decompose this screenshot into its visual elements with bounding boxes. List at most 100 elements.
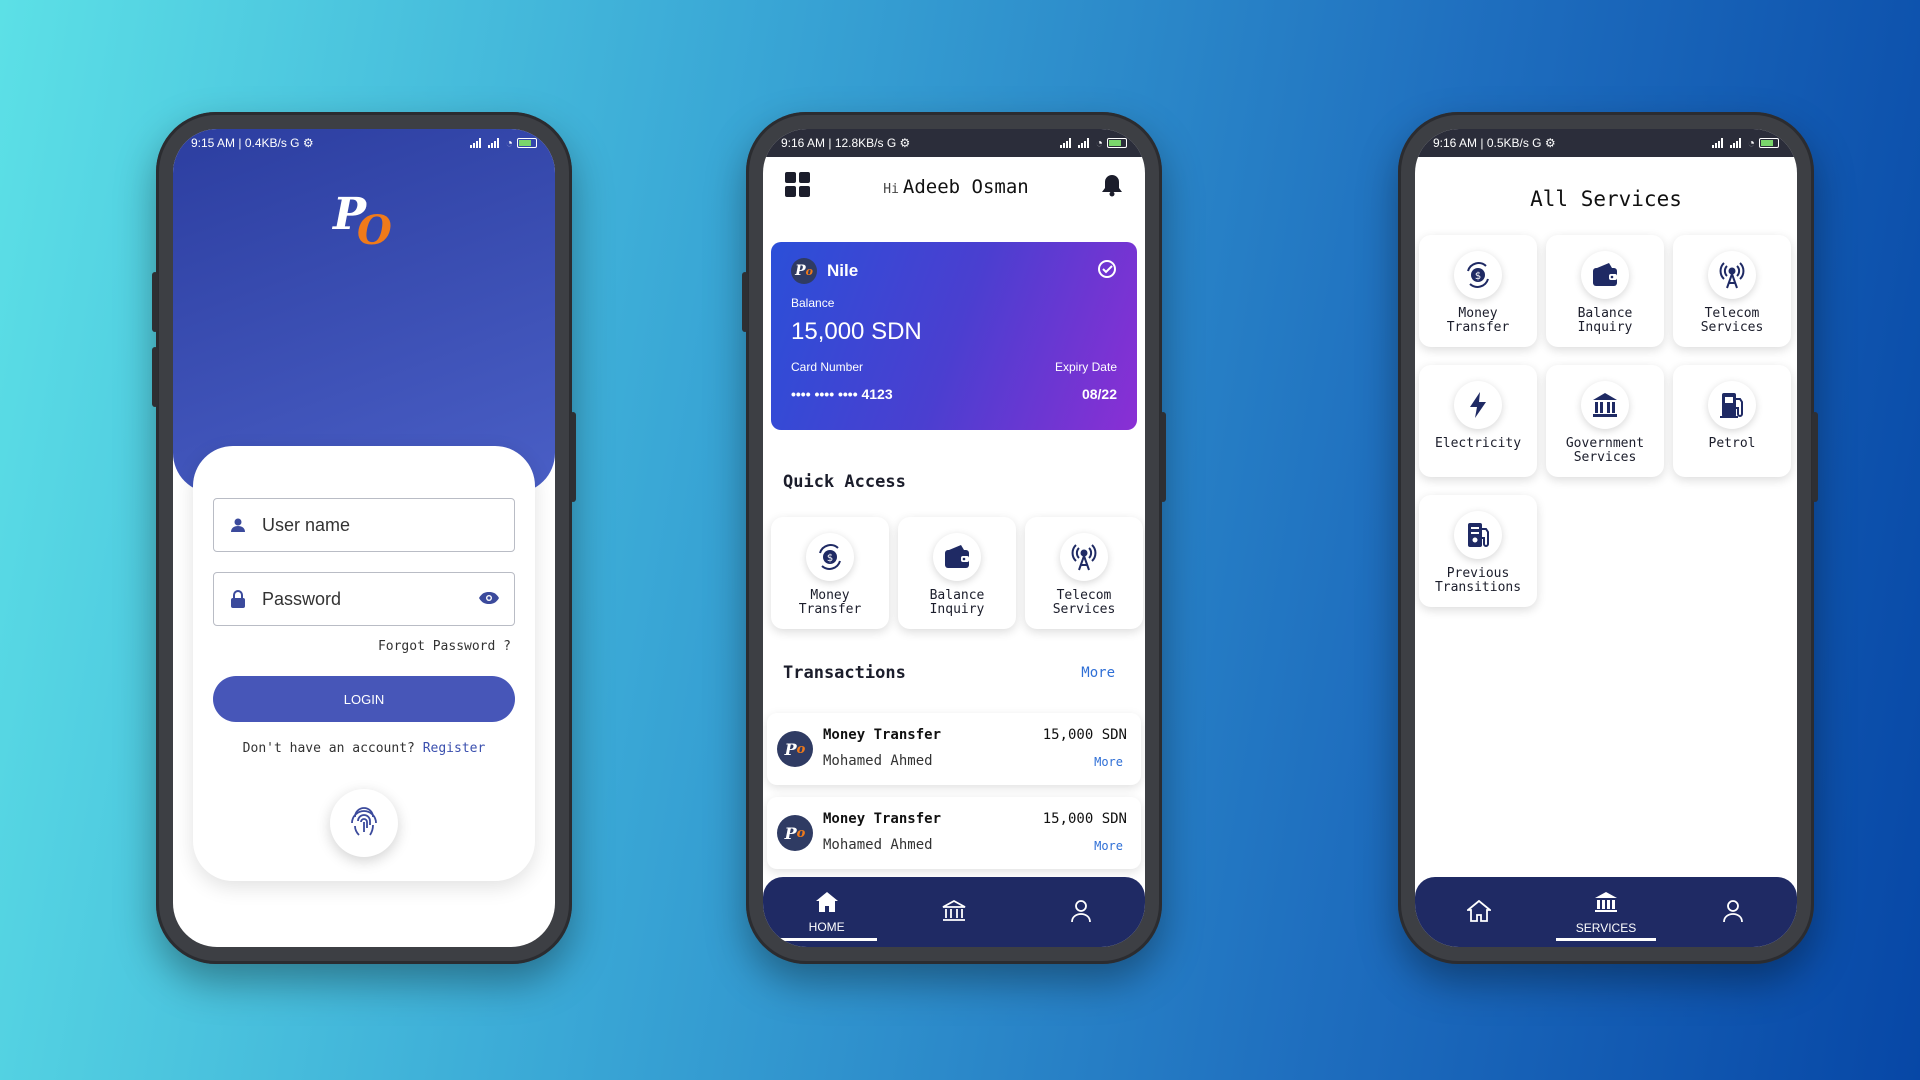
tile-label: Electricity xyxy=(1434,436,1522,451)
nav-services-label: SERVICES xyxy=(1575,920,1637,935)
bell-icon[interactable] xyxy=(1101,173,1123,202)
login-screen: 9:15 AM | 0.4KB/s G ⚙ ◔ P O User name Pa… xyxy=(173,129,555,947)
signal-icon xyxy=(1711,138,1726,148)
battery-icon xyxy=(517,138,537,148)
home-icon xyxy=(815,891,839,916)
quick-access-telecom-services[interactable]: Telecom Services xyxy=(1025,517,1143,629)
fuel-icon xyxy=(1708,381,1756,429)
nav-home[interactable]: HOME xyxy=(767,877,887,947)
signal-icon xyxy=(469,138,484,148)
transactions-title: Transactions xyxy=(783,663,906,683)
battery-icon xyxy=(1759,138,1779,148)
signal-icon xyxy=(1729,138,1744,148)
user-icon xyxy=(228,515,248,535)
tile-label: Government Services xyxy=(1565,436,1645,465)
tile-label: Balance Inquiry xyxy=(929,588,985,617)
status-icons: ◔ xyxy=(1711,136,1779,150)
nav-services[interactable]: SERVICES xyxy=(1546,877,1666,947)
person-icon xyxy=(1070,899,1092,926)
government-icon xyxy=(1581,381,1629,429)
nav-profile[interactable] xyxy=(1021,877,1141,947)
app-logo: P O xyxy=(333,189,392,254)
login-phone: 9:15 AM | 0.4KB/s G ⚙ ◔ P O User name Pa… xyxy=(152,112,576,964)
register-link[interactable]: Register xyxy=(423,741,486,756)
password-field[interactable]: Password xyxy=(213,572,515,626)
password-placeholder: Password xyxy=(262,588,342,609)
forgot-password-link[interactable]: Forgot Password ? xyxy=(378,639,511,654)
quick-access-money-transfer[interactable]: $ Money Transfer xyxy=(771,517,889,629)
nav-profile[interactable] xyxy=(1673,877,1793,947)
balance-value: 15,000 SDN xyxy=(791,318,922,345)
service-balance-inquiry[interactable]: Balance Inquiry xyxy=(1546,235,1664,347)
home-icon xyxy=(1465,899,1493,925)
svg-text:$: $ xyxy=(827,553,833,564)
service-petrol[interactable]: Petrol xyxy=(1673,365,1791,477)
login-card: User name Password Forgot Password ? LOG… xyxy=(193,446,535,881)
register-line: Don't have an account? Register xyxy=(193,741,535,756)
receipt-icon xyxy=(1454,511,1502,559)
service-government-services[interactable]: Government Services xyxy=(1546,365,1664,477)
nav-home[interactable] xyxy=(1419,877,1539,947)
wallet-icon xyxy=(933,533,981,581)
bank-logo: Po xyxy=(791,258,817,284)
battery-icon xyxy=(1107,138,1127,148)
transaction-more-link[interactable]: More xyxy=(1094,755,1123,769)
greeting-prefix: Hi xyxy=(883,182,899,197)
transaction-more-link[interactable]: More xyxy=(1094,839,1123,853)
user-name: Adeeb Osman xyxy=(902,176,1029,198)
transaction-row[interactable]: Po Money Transfer Mohamed Ahmed 15,000 S… xyxy=(767,713,1141,785)
services-screen: 9:16 AM | 0.5KB/s G ⚙ ◔ All Services $ M… xyxy=(1415,129,1797,947)
service-telecom-services[interactable]: Telecom Services xyxy=(1673,235,1791,347)
page-title: All Services xyxy=(1530,187,1682,211)
login-button[interactable]: LOGIN xyxy=(213,676,515,722)
bottom-nav: SERVICES xyxy=(1415,877,1797,947)
nav-home-label: HOME xyxy=(808,919,845,934)
username-placeholder: User name xyxy=(262,514,351,535)
transaction-title: Money Transfer xyxy=(823,727,942,743)
service-electricity[interactable]: Electricity xyxy=(1419,365,1537,477)
bank-name: Nile xyxy=(827,261,859,280)
wifi-icon: ◔ xyxy=(505,136,513,150)
lock-icon xyxy=(228,589,248,609)
svg-text:$: $ xyxy=(1475,271,1481,282)
person-icon xyxy=(1722,899,1744,926)
no-account-text: Don't have an account? xyxy=(242,741,415,756)
fingerprint-button[interactable] xyxy=(330,789,398,857)
tile-label: Money Transfer xyxy=(798,588,862,617)
transactions-more-link[interactable]: More xyxy=(1081,665,1115,681)
transaction-name: Mohamed Ahmed xyxy=(823,837,933,853)
status-text: 9:15 AM | 0.4KB/s G ⚙ xyxy=(191,136,314,150)
quick-access-balance-inquiry[interactable]: Balance Inquiry xyxy=(898,517,1016,629)
quick-access-title: Quick Access xyxy=(783,472,906,492)
status-bar: 9:15 AM | 0.4KB/s G ⚙ ◔ xyxy=(173,129,555,157)
balance-card[interactable]: Po Nile Balance 15,000 SDN Card Number E… xyxy=(771,242,1137,430)
tile-label: Money Transfer xyxy=(1446,306,1510,335)
transaction-amount: 15,000 SDN xyxy=(1042,811,1127,827)
home-phone: 9:16 AM | 12.8KB/s G ⚙ ◔ HiAdeeb Osman xyxy=(742,112,1166,964)
tile-label: Balance Inquiry xyxy=(1577,306,1633,335)
login-header-background xyxy=(173,129,555,493)
service-money-transfer[interactable]: $ Money Transfer xyxy=(1419,235,1537,347)
status-bar: 9:16 AM | 0.5KB/s G ⚙ ◔ xyxy=(1415,129,1797,157)
signal-icon xyxy=(1077,138,1092,148)
greeting: Hi Adeeb Osman xyxy=(883,176,1029,198)
nav-services[interactable] xyxy=(894,877,1014,947)
eye-icon[interactable] xyxy=(478,589,500,610)
lightning-icon xyxy=(1454,381,1502,429)
money-transfer-icon: $ xyxy=(806,533,854,581)
balance-label: Balance xyxy=(791,296,835,310)
tile-label: Previous Transitions xyxy=(1434,566,1522,595)
money-transfer-icon: $ xyxy=(1454,251,1502,299)
antenna-icon xyxy=(1060,533,1108,581)
wifi-icon: ◔ xyxy=(1747,136,1755,150)
services-phone: 9:16 AM | 0.5KB/s G ⚙ ◔ All Services $ M… xyxy=(1398,112,1818,964)
username-field[interactable]: User name xyxy=(213,498,515,552)
transaction-row[interactable]: Po Money Transfer Mohamed Ahmed 15,000 S… xyxy=(767,797,1141,869)
tile-label: Telecom Services xyxy=(1052,588,1116,617)
service-previous-transitions[interactable]: Previous Transitions xyxy=(1419,495,1537,607)
menu-grid-icon[interactable] xyxy=(785,171,811,203)
tile-label: Telecom Services xyxy=(1700,306,1764,335)
card-number-label: Card Number xyxy=(791,360,864,374)
transaction-amount: 15,000 SDN xyxy=(1042,727,1127,743)
transaction-title: Money Transfer xyxy=(823,811,942,827)
